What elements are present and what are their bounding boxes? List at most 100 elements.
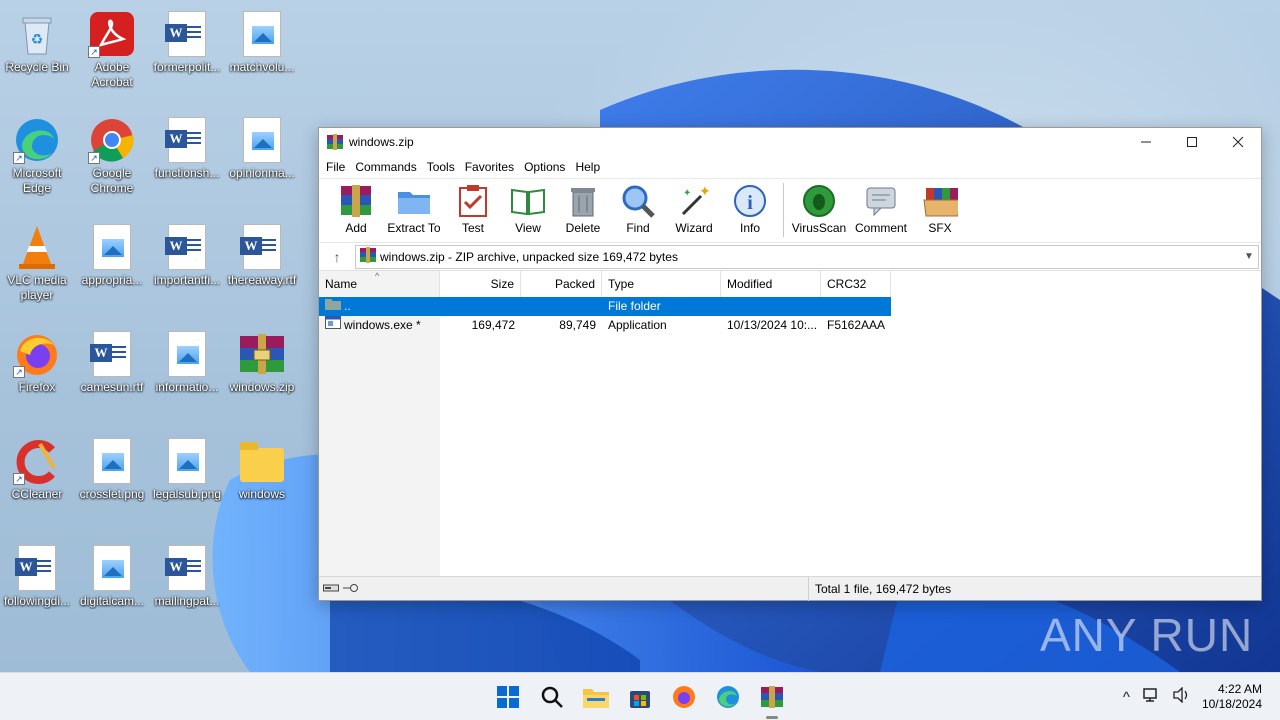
desktop-icon-recycle-bin[interactable]: ♻ Recycle Bin <box>0 6 74 106</box>
desktop-icon-label: Recycle Bin <box>5 60 69 74</box>
file-row-parent-folder[interactable]: .. File folder <box>319 297 891 316</box>
taskbar-file-explorer[interactable] <box>580 681 612 713</box>
info-button[interactable]: i Info <box>724 179 776 235</box>
chrome-icon: ↗ <box>88 116 136 164</box>
virusscan-button[interactable]: VirusScan <box>790 179 848 235</box>
status-drive-area <box>319 576 809 601</box>
svg-text:✦: ✦ <box>699 184 711 199</box>
desktop-icon-label: functionsh... <box>154 166 220 180</box>
wizard-button[interactable]: ✦ ✦ Wizard <box>667 179 721 235</box>
taskbar-winrar[interactable] <box>756 681 788 719</box>
column-header-packed[interactable]: Packed <box>521 271 602 297</box>
menu-tools[interactable]: Tools <box>422 160 460 174</box>
taskbar-store[interactable] <box>624 681 656 713</box>
up-arrow-icon[interactable]: ↑ <box>319 249 355 265</box>
desktop-icon-chrome[interactable]: ↗ Google Chrome <box>75 112 149 212</box>
desktop-icon-windows-folder[interactable]: windows <box>225 433 299 533</box>
comment-button[interactable]: Comment <box>851 179 911 235</box>
desktop-icon-edge[interactable]: ↗ Microsoft Edge <box>0 112 74 212</box>
menu-options[interactable]: Options <box>519 160 570 174</box>
extract-to-label: Extract To <box>387 221 441 235</box>
extract-folder-icon <box>396 183 432 219</box>
desktop-icon-windows-zip[interactable]: windows.zip <box>225 326 299 426</box>
minimize-button[interactable] <box>1123 128 1169 156</box>
desktop-icon-thereaway[interactable]: W thereaway.rtf <box>225 219 299 319</box>
desktop-icon-matchvolu[interactable]: matchvolu... <box>225 6 299 106</box>
file-name-cell: windows.exe * <box>319 316 440 335</box>
close-button[interactable] <box>1215 128 1261 156</box>
maximize-button[interactable] <box>1169 128 1215 156</box>
shortcut-arrow-icon: ↗ <box>88 46 100 58</box>
taskbar-search-button[interactable] <box>536 681 568 713</box>
menu-file[interactable]: File <box>321 160 350 174</box>
desktop-icon-adobe-acrobat[interactable]: ↗ Adobe Acrobat <box>75 6 149 106</box>
svg-text:♻: ♻ <box>31 31 44 47</box>
word-document-icon: W <box>163 10 211 58</box>
file-type: File folder <box>608 299 661 313</box>
network-icon[interactable] <box>1142 687 1160 707</box>
desktop-icon-legalsub[interactable]: legalsub.png <box>150 433 224 533</box>
desktop-icon-vlc[interactable]: VLC media player <box>0 219 74 319</box>
desktop-icon-formerpolit[interactable]: W formerpolit... <box>150 6 224 106</box>
desktop-icon-crosslet[interactable]: crosslet.png <box>75 433 149 533</box>
desktop-icon-label: matchvolu... <box>229 60 295 74</box>
image-file-icon <box>163 330 211 378</box>
view-book-icon <box>510 183 546 219</box>
column-header-modified[interactable]: Modified <box>721 271 821 297</box>
desktop-icon-functionsh[interactable]: W functionsh... <box>150 112 224 212</box>
file-size: 169,472 <box>471 318 515 332</box>
desktop-icon-firefox[interactable]: ↗ Firefox <box>0 326 74 426</box>
desktop-icon-opinionma[interactable]: opinionma... <box>225 112 299 212</box>
archive-path-field[interactable]: windows.zip - ZIP archive, unpacked size… <box>355 244 1259 269</box>
key-icon[interactable] <box>343 582 359 596</box>
desktop-icon-digitalcam[interactable]: digitalcam... <box>75 540 149 640</box>
taskbar-firefox[interactable] <box>668 681 700 713</box>
menu-commands[interactable]: Commands <box>350 160 421 174</box>
windows-logo-icon <box>497 686 519 708</box>
volume-icon[interactable] <box>1172 686 1190 707</box>
clock[interactable]: 4:22 AM 10/18/2024 <box>1202 682 1262 712</box>
view-button[interactable]: View <box>502 179 554 235</box>
drive-icon[interactable] <box>323 582 339 596</box>
add-archive-icon <box>338 183 374 219</box>
add-label: Add <box>345 221 367 235</box>
image-file-icon <box>163 437 211 485</box>
extract-to-button[interactable]: Extract To <box>384 179 444 235</box>
shortcut-arrow-icon: ↗ <box>13 366 25 378</box>
column-header-type[interactable]: Type <box>602 271 721 297</box>
word-document-icon: W <box>238 223 286 271</box>
file-modified <box>721 297 821 316</box>
column-header-size[interactable]: Size <box>440 271 521 297</box>
find-button[interactable]: Find <box>612 179 664 235</box>
file-name: .. <box>344 299 351 313</box>
chevron-down-icon[interactable]: ▼ <box>1240 251 1258 262</box>
file-name-cell: .. <box>319 297 440 316</box>
sfx-button[interactable]: SFX <box>914 179 966 235</box>
desktop-icon-label: formerpolit... <box>153 60 221 74</box>
winrar-icon <box>761 686 783 708</box>
chevron-up-icon[interactable]: ^ <box>1123 689 1130 706</box>
desktop-icon-importantfi[interactable]: W importantfi... <box>150 219 224 319</box>
file-row-windows-exe[interactable]: windows.exe * 169,472 89,749 Application… <box>319 316 1261 335</box>
title-bar[interactable]: windows.zip <box>319 128 1261 156</box>
trash-icon <box>565 183 601 219</box>
address-bar: ↑ windows.zip - ZIP archive, unpacked si… <box>319 242 1261 270</box>
start-button[interactable] <box>492 681 524 713</box>
desktop-icon-mailingpat[interactable]: W mailingpat... <box>150 540 224 640</box>
menu-favorites[interactable]: Favorites <box>460 160 519 174</box>
desktop-icon-informatio[interactable]: informatio... <box>150 326 224 426</box>
sort-arrow-icon: ^ <box>375 271 380 281</box>
taskbar-edge[interactable] <box>712 681 744 713</box>
column-header-name[interactable]: Name ^ <box>319 271 440 297</box>
desktop-icon-ccleaner[interactable]: ↗ CCleaner <box>0 433 74 533</box>
menu-help[interactable]: Help <box>570 160 605 174</box>
desktop-icon-camesun[interactable]: W camesun.rtf <box>75 326 149 426</box>
test-button[interactable]: Test <box>447 179 499 235</box>
file-list: Name ^ Size Packed Type Modified CRC32 ..… <box>319 270 1261 577</box>
add-button[interactable]: Add <box>331 179 381 235</box>
desktop-icon-followingdi[interactable]: W followingdi... <box>0 540 74 640</box>
column-header-crc32[interactable]: CRC32 <box>821 271 891 297</box>
delete-button[interactable]: Delete <box>557 179 609 235</box>
desktop-icon-appropria[interactable]: appropria... <box>75 219 149 319</box>
folder-icon <box>238 437 286 485</box>
